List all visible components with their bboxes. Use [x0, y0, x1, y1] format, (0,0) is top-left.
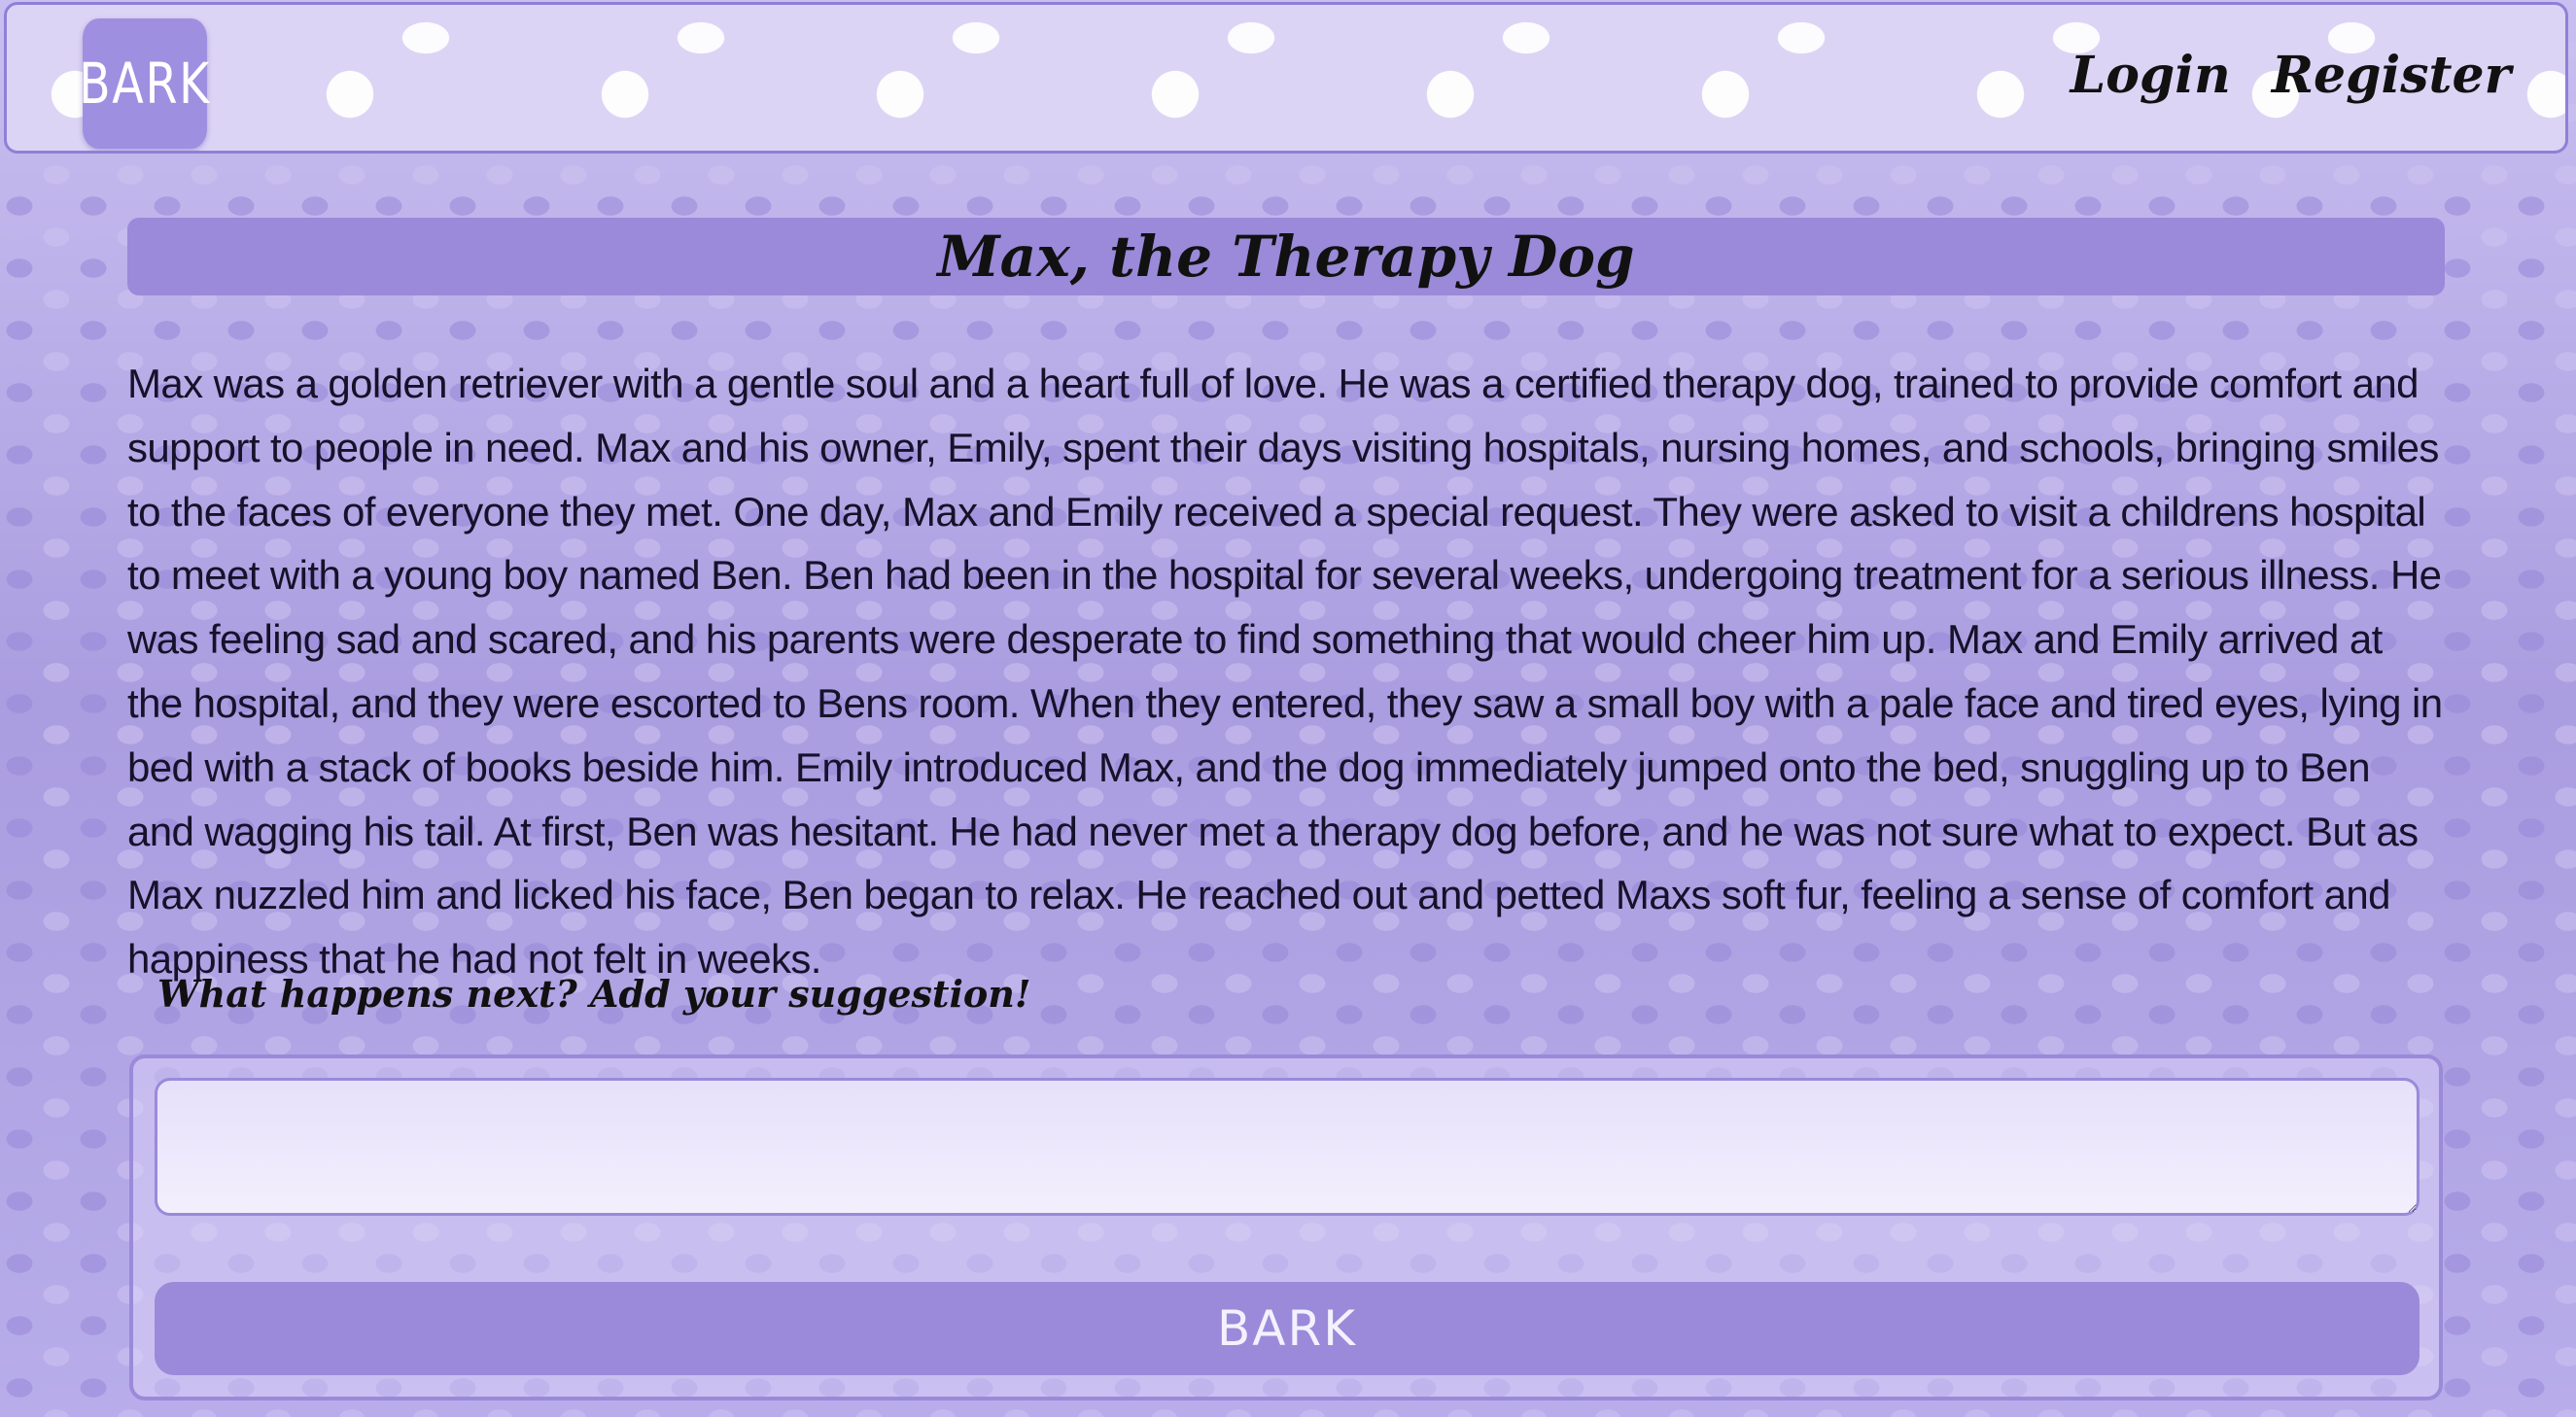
header-nav: Login Register: [2071, 46, 2511, 105]
suggestion-prompt: What happens next? Add your suggestion!: [157, 972, 1031, 1016]
site-header: BARK Login Register: [4, 2, 2568, 154]
login-link[interactable]: Login: [2071, 46, 2231, 105]
story-title: Max, the Therapy Dog: [937, 224, 1635, 290]
register-link[interactable]: Register: [2272, 46, 2511, 105]
story-body: Max was a golden retriever with a gentle…: [127, 361, 2443, 983]
story-title-bar: Max, the Therapy Dog: [127, 218, 2445, 295]
bark-submit-button[interactable]: BARK: [155, 1282, 2419, 1375]
bark-logo[interactable]: BARK: [79, 18, 209, 149]
suggestion-form: BARK: [129, 1054, 2443, 1400]
suggestion-input[interactable]: [155, 1078, 2419, 1216]
